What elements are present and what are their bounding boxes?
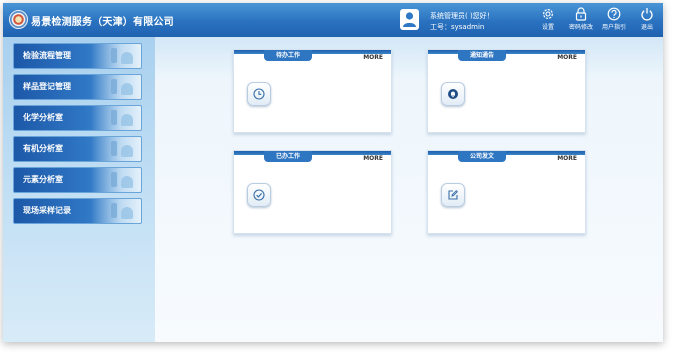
user-guide-label: 用户指引 [601, 24, 626, 31]
todo-work-card: 待办工作 MORE [233, 49, 392, 133]
bell-icon [448, 89, 458, 99]
todo-button[interactable] [247, 82, 271, 106]
notices-card: 通知通告 MORE [427, 49, 586, 133]
sidebar-item-image [91, 44, 141, 68]
logout-label: 退出 [640, 24, 653, 31]
more-link[interactable]: MORE [557, 54, 577, 61]
lock-icon [575, 7, 587, 21]
edit-icon [448, 189, 459, 200]
sidebar-item-label: 元素分析室 [23, 174, 63, 184]
logout-button[interactable]: 退出 [630, 7, 663, 37]
question-icon [607, 7, 621, 21]
card-title: 待办工作 [264, 50, 312, 61]
sidebar-item-chemistry-lab[interactable]: 化学分析室 [13, 105, 142, 131]
check-icon [253, 189, 265, 201]
settings-button[interactable]: 设置 [531, 7, 565, 37]
card-title: 已办工作 [264, 151, 312, 162]
more-link[interactable]: MORE [363, 54, 383, 61]
sidebar-item-field-sampling[interactable]: 现场采样记录 [13, 198, 142, 224]
sidebar-item-label: 化学分析室 [23, 112, 63, 122]
company-logo [9, 10, 28, 29]
user-guide-button[interactable]: 用户指引 [597, 7, 631, 37]
app-title: 易景检测服务（天津）有限公司 [31, 17, 174, 28]
sidebar-item-image [91, 168, 141, 192]
sidebar-item-inspection-process[interactable]: 检验流程管理 [13, 43, 142, 69]
card-title: 公司发文 [458, 151, 506, 162]
sidebar-item-label: 现场采样记录 [23, 205, 71, 215]
more-link[interactable]: MORE [363, 155, 383, 162]
notices-button[interactable] [441, 82, 465, 106]
main-content: 待办工作 MORE 通知通告 MORE 已办工作 MORE 公司发文 MORE [155, 37, 663, 342]
sidebar-item-label: 样品登记管理 [23, 81, 71, 91]
sidebar-item-image [91, 199, 141, 223]
power-icon [641, 8, 653, 21]
change-password-button[interactable]: 密码修改 [564, 7, 598, 37]
user-work-id: 工号：sysadmin [430, 23, 485, 31]
documents-button[interactable] [441, 183, 465, 207]
sidebar-item-organic-lab[interactable]: 有机分析室 [13, 136, 142, 162]
sidebar-item-sample-registration[interactable]: 样品登记管理 [13, 74, 142, 100]
company-documents-card: 公司发文 MORE [427, 150, 586, 234]
clock-icon [253, 88, 265, 100]
sidebar-item-element-lab[interactable]: 元素分析室 [13, 167, 142, 193]
user-avatar-icon [400, 9, 419, 30]
gear-icon [542, 8, 554, 20]
change-password-label: 密码修改 [568, 24, 593, 31]
sidebar-item-image [91, 106, 141, 130]
header-bar: 易景检测服务（天津）有限公司 系统管理员( )您好！ 工号：sysadmin 设… [3, 3, 663, 37]
sidebar-item-image [91, 137, 141, 161]
sidebar: 检验流程管理 样品登记管理 化学分析室 有机分析室 元素分析室 现场采样记录 [3, 37, 155, 342]
sidebar-item-image [91, 75, 141, 99]
sidebar-item-label: 有机分析室 [23, 143, 63, 153]
done-work-card: 已办工作 MORE [233, 150, 392, 234]
more-link[interactable]: MORE [557, 155, 577, 162]
user-greeting: 系统管理员( )您好！ [430, 12, 494, 20]
sidebar-item-label: 检验流程管理 [23, 50, 71, 60]
done-button[interactable] [247, 183, 271, 207]
card-title: 通知通告 [458, 50, 506, 61]
settings-label: 设置 [541, 24, 554, 31]
app-window: 易景检测服务（天津）有限公司 系统管理员( )您好！ 工号：sysadmin 设… [3, 3, 663, 342]
